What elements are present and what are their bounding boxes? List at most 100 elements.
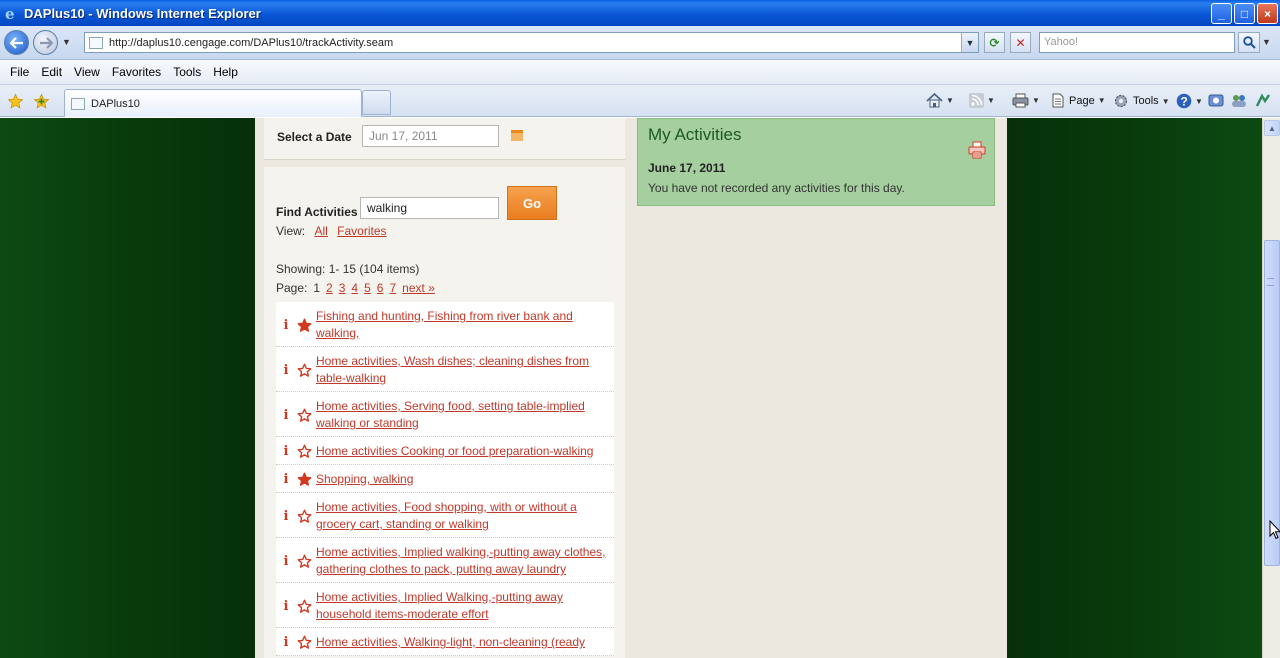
home-icon bbox=[926, 93, 943, 108]
research-icon bbox=[1208, 94, 1224, 107]
menu-tools[interactable]: Tools bbox=[167, 65, 207, 79]
home-button[interactable]: ▼ bbox=[926, 93, 954, 108]
activity-link[interactable]: Home activities, Walking-light, non-clea… bbox=[316, 634, 610, 651]
page-link-5[interactable]: 5 bbox=[364, 281, 371, 295]
activity-search-input[interactable]: walking bbox=[360, 197, 499, 219]
info-icon[interactable]: i bbox=[279, 554, 293, 569]
search-button[interactable] bbox=[1238, 32, 1260, 53]
favorite-star-outline-icon[interactable] bbox=[295, 635, 313, 650]
print-activities-button[interactable] bbox=[968, 141, 986, 159]
search-input[interactable]: Yahoo! bbox=[1039, 32, 1235, 53]
new-tab-button[interactable] bbox=[362, 90, 391, 115]
search-options-dropdown-icon[interactable]: ▼ bbox=[1262, 37, 1271, 47]
activity-link[interactable]: Home activities, Wash dishes; cleaning d… bbox=[316, 353, 610, 387]
research-button[interactable] bbox=[1208, 93, 1224, 108]
address-field[interactable]: http://daplus10.cengage.com/DAPlus10/tra… bbox=[84, 32, 979, 53]
window-title: DAPlus10 - Windows Internet Explorer bbox=[24, 5, 261, 21]
menu-file[interactable]: File bbox=[4, 65, 35, 79]
print-button[interactable]: ▼ bbox=[1012, 93, 1040, 108]
activity-row: i Home activities, Food shopping, with or… bbox=[276, 493, 614, 538]
page-link-6[interactable]: 6 bbox=[377, 281, 384, 295]
tab-bar: DAPlus10 ▼ ▼ ▼ Page ▼ Tools ▼ ? ▼ bbox=[0, 85, 1280, 117]
next-page-link[interactable]: next » bbox=[402, 281, 435, 295]
feeds-button[interactable]: ▼ bbox=[969, 93, 995, 108]
info-icon[interactable]: i bbox=[279, 408, 293, 423]
info-icon[interactable]: i bbox=[279, 472, 293, 487]
forward-arrow-icon bbox=[39, 36, 53, 49]
tab-daplus10[interactable]: DAPlus10 bbox=[64, 89, 362, 117]
add-favorite-icon bbox=[33, 93, 49, 109]
tools-menu-button[interactable]: Tools ▼ bbox=[1113, 93, 1170, 109]
current-page: 1 bbox=[313, 281, 321, 295]
page-link-4[interactable]: 4 bbox=[351, 281, 358, 295]
activity-link[interactable]: Shopping, walking bbox=[316, 471, 610, 488]
add-favorites-button[interactable] bbox=[32, 92, 50, 110]
info-icon[interactable]: i bbox=[279, 363, 293, 378]
help-button[interactable]: ? ▼ bbox=[1176, 93, 1203, 109]
favorite-star-filled-icon[interactable] bbox=[295, 318, 313, 333]
menu-help[interactable]: Help bbox=[207, 65, 244, 79]
window-titlebar: e DAPlus10 - Windows Internet Explorer _… bbox=[0, 0, 1280, 26]
my-activities-panel: My Activities June 17, 2011 You have not… bbox=[637, 118, 995, 206]
favorite-star-outline-icon[interactable] bbox=[295, 363, 313, 378]
page-menu-button[interactable]: Page ▼ bbox=[1051, 93, 1106, 108]
favorites-center-button[interactable] bbox=[6, 92, 24, 110]
messenger-icon bbox=[1232, 95, 1246, 107]
print-dropdown-icon[interactable]: ▼ bbox=[1032, 96, 1040, 105]
printer-icon bbox=[1012, 93, 1029, 108]
menu-view[interactable]: View bbox=[68, 65, 106, 79]
home-dropdown-icon[interactable]: ▼ bbox=[946, 96, 954, 105]
addon-icon bbox=[1255, 93, 1270, 107]
forward-button[interactable] bbox=[33, 30, 58, 55]
favorite-star-outline-icon[interactable] bbox=[295, 444, 313, 459]
menu-edit[interactable]: Edit bbox=[35, 65, 68, 79]
activity-list: i Fishing and hunting, Fishing from river… bbox=[276, 302, 614, 656]
vertical-scrollbar[interactable]: ▲ bbox=[1262, 118, 1280, 658]
favorite-star-outline-icon[interactable] bbox=[295, 554, 313, 569]
restore-button[interactable]: □ bbox=[1234, 3, 1255, 24]
page-menu-icon bbox=[1052, 93, 1064, 108]
menu-favorites[interactable]: Favorites bbox=[106, 65, 167, 79]
activity-link[interactable]: Home activities, Food shopping, with or … bbox=[316, 499, 610, 533]
menu-bar: File Edit View Favorites Tools Help bbox=[0, 60, 1280, 85]
messenger-button[interactable] bbox=[1231, 93, 1247, 108]
url-text[interactable]: http://daplus10.cengage.com/DAPlus10/tra… bbox=[109, 37, 393, 49]
addon-button[interactable] bbox=[1255, 93, 1271, 108]
scroll-up-button[interactable]: ▲ bbox=[1264, 120, 1280, 136]
view-favorites-link[interactable]: Favorites bbox=[337, 224, 386, 238]
info-icon[interactable]: i bbox=[279, 509, 293, 524]
info-icon[interactable]: i bbox=[279, 635, 293, 650]
favorite-star-outline-icon[interactable] bbox=[295, 509, 313, 524]
page-link-2[interactable]: 2 bbox=[326, 281, 333, 295]
stop-button[interactable]: ✕ bbox=[1010, 32, 1031, 53]
select-date-label: Select a Date bbox=[277, 130, 352, 144]
minimize-button[interactable]: _ bbox=[1211, 3, 1232, 24]
info-icon[interactable]: i bbox=[279, 444, 293, 459]
close-button[interactable]: × bbox=[1257, 3, 1278, 24]
calendar-icon[interactable] bbox=[511, 130, 523, 141]
page-link-3[interactable]: 3 bbox=[339, 281, 346, 295]
info-icon[interactable]: i bbox=[279, 599, 293, 614]
refresh-button[interactable]: ⟳ bbox=[984, 32, 1005, 53]
mouse-cursor-icon bbox=[1269, 520, 1280, 540]
back-button[interactable] bbox=[4, 30, 29, 55]
page-link-7[interactable]: 7 bbox=[389, 281, 396, 295]
info-icon[interactable]: i bbox=[279, 318, 293, 333]
go-button[interactable]: Go bbox=[507, 186, 557, 220]
view-all-link[interactable]: All bbox=[314, 224, 327, 238]
favorite-star-outline-icon[interactable] bbox=[295, 408, 313, 423]
find-activities-panel: Find Activities walking Go View: All Fav… bbox=[264, 167, 625, 658]
favorite-star-outline-icon[interactable] bbox=[295, 599, 313, 614]
activity-link[interactable]: Fishing and hunting, Fishing from river … bbox=[316, 308, 610, 342]
favorite-star-filled-icon[interactable] bbox=[295, 472, 313, 487]
activity-link[interactable]: Home activities, Serving food, setting t… bbox=[316, 398, 610, 432]
date-field[interactable]: Jun 17, 2011 bbox=[362, 125, 499, 147]
address-dropdown-icon[interactable]: ▼ bbox=[961, 33, 978, 52]
feeds-dropdown-icon[interactable]: ▼ bbox=[987, 96, 995, 105]
activity-link[interactable]: Home activities Cooking or food preparat… bbox=[316, 443, 610, 460]
activity-link[interactable]: Home activities, Implied walking,-puttin… bbox=[316, 544, 610, 578]
help-dropdown-icon[interactable]: ▼ bbox=[1195, 97, 1203, 106]
scroll-thumb[interactable] bbox=[1264, 240, 1280, 566]
activity-link[interactable]: Home activities, Implied Walking,-puttin… bbox=[316, 589, 610, 623]
recent-pages-dropdown-icon[interactable]: ▼ bbox=[62, 37, 71, 47]
